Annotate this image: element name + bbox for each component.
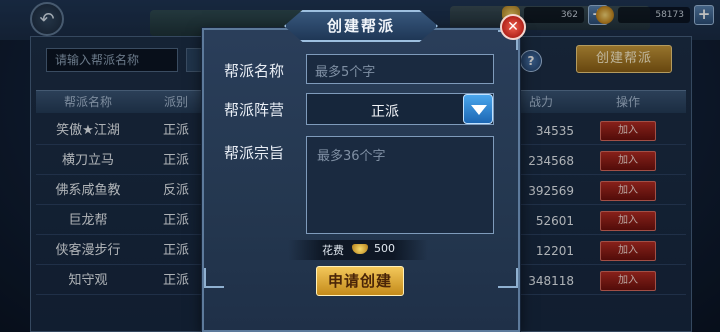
- close-button[interactable]: ✕: [500, 14, 526, 40]
- corner-ornament: [498, 268, 518, 288]
- chevron-down-icon[interactable]: [463, 94, 493, 124]
- guild-camp-label: 帮派阵营: [224, 101, 285, 119]
- guild-purpose-placeholder: 最多36个字: [317, 149, 386, 164]
- guild-name-placeholder: 最多5个字: [315, 65, 376, 80]
- guild-camp-value: 正派: [371, 104, 399, 120]
- guild-name-label: 帮派名称: [224, 62, 285, 80]
- guild-name-field[interactable]: 最多5个字: [306, 54, 494, 84]
- guild-purpose-label: 帮派宗旨: [224, 144, 285, 162]
- cost-value: 500: [374, 242, 395, 255]
- cost-label: 花费: [322, 244, 344, 257]
- guild-purpose-textarea[interactable]: 最多36个字: [306, 136, 494, 234]
- submit-create-button[interactable]: 申请创建: [316, 266, 404, 296]
- dialog-title: 创建帮派: [326, 17, 395, 35]
- corner-ornament: [204, 268, 224, 288]
